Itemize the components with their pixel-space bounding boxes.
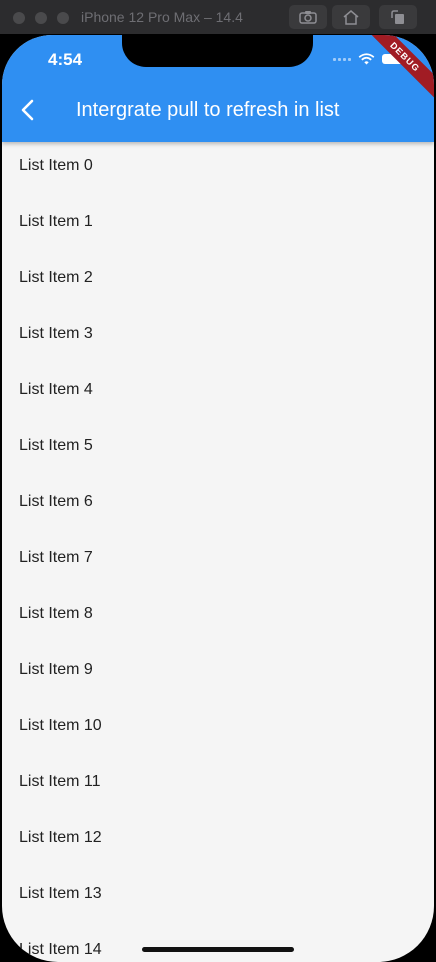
rotate-icon	[391, 10, 404, 24]
phone-notch	[122, 35, 313, 67]
list-item[interactable]: List Item 9	[2, 642, 434, 698]
list-item[interactable]: List Item 1	[2, 194, 434, 250]
simulator-title-bar: iPhone 12 Pro Max – 14.4	[0, 0, 436, 34]
simulator-title: iPhone 12 Pro Max – 14.4	[81, 9, 243, 25]
list-item[interactable]: List Item 14	[2, 922, 434, 962]
simulator-window: iPhone 12 Pro Max – 14.4 4:54 Intergrate…	[0, 0, 436, 962]
signal-icon	[333, 57, 351, 61]
phone-screen: 4:54 Intergrate pull to refresh in list …	[2, 35, 434, 962]
zoom-window-button[interactable]	[57, 12, 69, 24]
app-bar: 4:54 Intergrate pull to refresh in list	[2, 35, 434, 142]
list-item[interactable]: List Item 2	[2, 250, 434, 306]
list-item[interactable]: List Item 11	[2, 754, 434, 810]
item-list[interactable]: List Item 0 List Item 1 List Item 2 List…	[2, 138, 434, 962]
list-item[interactable]: List Item 13	[2, 866, 434, 922]
home-icon	[343, 10, 359, 25]
rotate-button[interactable]	[379, 5, 417, 29]
minimize-window-button[interactable]	[35, 12, 47, 24]
back-button[interactable]	[16, 97, 42, 123]
list-item[interactable]: List Item 10	[2, 698, 434, 754]
list-item[interactable]: List Item 6	[2, 474, 434, 530]
list-item[interactable]: List Item 12	[2, 810, 434, 866]
page-title: Intergrate pull to refresh in list	[76, 99, 340, 121]
status-time: 4:54	[48, 50, 83, 69]
home-indicator[interactable]	[142, 947, 294, 952]
screenshot-icon	[299, 11, 317, 24]
screenshot-button[interactable]	[289, 5, 327, 29]
list-item[interactable]: List Item 5	[2, 418, 434, 474]
list-item[interactable]: List Item 0	[2, 138, 434, 194]
list-item[interactable]: List Item 8	[2, 586, 434, 642]
list-item[interactable]: List Item 4	[2, 362, 434, 418]
list-item[interactable]: List Item 7	[2, 530, 434, 586]
home-button[interactable]	[332, 5, 370, 29]
wifi-icon	[358, 53, 375, 65]
close-window-button[interactable]	[13, 12, 25, 24]
list-item[interactable]: List Item 3	[2, 306, 434, 362]
